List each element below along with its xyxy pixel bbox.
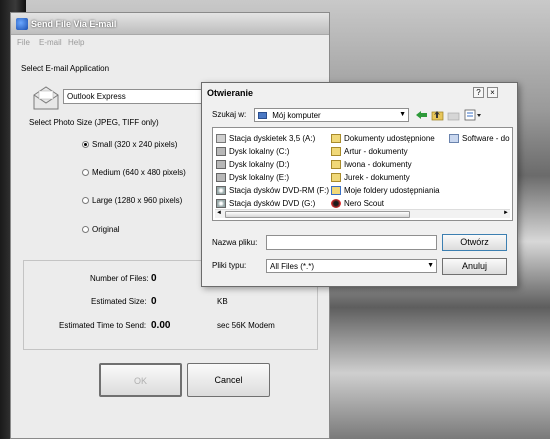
- list-item[interactable]: Nero Scout: [331, 197, 384, 209]
- filename-label: Nazwa pliku:: [212, 238, 258, 247]
- menu-bar: File E-mail Help: [11, 36, 329, 49]
- list-item-label: Artur - dokumenty: [344, 146, 408, 156]
- list-item-label: Moje foldery udostępniania: [344, 185, 440, 195]
- computer-icon: [258, 112, 267, 120]
- open-file-dialog: Otwieranie ? × Szukaj w: Mój komputer ▼ …: [201, 82, 518, 287]
- list-item[interactable]: Artur - dokumenty: [331, 145, 408, 157]
- list-item[interactable]: Dokumenty udostępnione: [331, 132, 435, 144]
- close-button[interactable]: ×: [487, 87, 498, 98]
- title-bar[interactable]: Send File Via E-mail: [11, 13, 329, 35]
- size-large-radio[interactable]: [82, 197, 89, 204]
- size-original-radio[interactable]: [82, 226, 89, 233]
- list-item-label: Dysk lokalny (C:): [229, 146, 290, 156]
- shared-folder-icon: [331, 185, 341, 195]
- list-item[interactable]: Software - do: [449, 132, 510, 144]
- list-item-label: Dysk lokalny (E:): [229, 172, 290, 182]
- filetype-value: All Files (*.*): [270, 262, 315, 271]
- size-medium-radio[interactable]: [82, 169, 89, 176]
- menu-email[interactable]: E-mail: [39, 38, 62, 47]
- dialog-cancel-button[interactable]: Anuluj: [442, 258, 507, 275]
- dialog-title: Otwieranie: [207, 88, 254, 98]
- new-folder-icon[interactable]: [447, 109, 460, 121]
- chevron-down-icon: ▼: [427, 262, 434, 269]
- est-time-unit: sec 56K Modem: [217, 321, 275, 330]
- dvd-icon: [216, 198, 226, 208]
- filetype-select[interactable]: All Files (*.*) ▼: [266, 259, 437, 273]
- email-app-select[interactable]: Outlook Express: [63, 89, 213, 104]
- look-in-combo[interactable]: Mój komputer ▼: [254, 108, 409, 122]
- photo-size-label: Select Photo Size (JPEG, TIFF only): [29, 118, 159, 127]
- list-item[interactable]: Dysk lokalny (E:): [216, 171, 289, 183]
- list-item-label: Dysk lokalny (D:): [229, 159, 290, 169]
- folder-icon: [331, 159, 341, 169]
- folder-icon: [331, 172, 341, 182]
- est-size-unit: KB: [217, 297, 228, 306]
- window-title: Send File Via E-mail: [31, 19, 117, 29]
- list-item[interactable]: Stacja dysków DVD (G:): [216, 197, 315, 209]
- drive-icon: [216, 159, 226, 169]
- size-small-radio[interactable]: [82, 141, 89, 148]
- back-icon[interactable]: [415, 109, 428, 121]
- list-item-label: Stacja dysków DVD-RM (F:): [229, 185, 330, 195]
- est-time-label: Estimated Time to Send:: [59, 321, 147, 330]
- chevron-down-icon: ▼: [399, 111, 406, 118]
- list-item-label: Nero Scout: [344, 198, 385, 208]
- open-button[interactable]: Otwórz: [442, 234, 507, 251]
- folder-icon: [331, 146, 341, 156]
- list-item[interactable]: Dysk lokalny (C:): [216, 145, 289, 157]
- list-item-label: Stacja dyskietek 3,5 (A:): [229, 133, 316, 143]
- nero-icon: [331, 198, 341, 208]
- scroll-right-icon[interactable]: ►: [503, 210, 509, 216]
- list-item[interactable]: Iwona - dokumenty: [331, 158, 412, 170]
- scrollbar-thumb[interactable]: [225, 211, 410, 218]
- size-large-label[interactable]: Large (1280 x 960 pixels): [92, 196, 182, 205]
- list-item[interactable]: Stacja dyskietek 3,5 (A:): [216, 132, 315, 144]
- look-in-value: Mój komputer: [272, 111, 321, 120]
- select-app-label: Select E-mail Application: [21, 64, 110, 73]
- app-icon: [16, 18, 28, 30]
- file-list[interactable]: Stacja dyskietek 3,5 (A:) Dysk lokalny (…: [212, 127, 513, 221]
- envelope-icon: [33, 86, 59, 110]
- list-item-label: Jurek - dokumenty: [344, 172, 410, 182]
- scroll-left-icon[interactable]: ◄: [216, 210, 222, 216]
- list-item-label: Iwona - dokumenty: [344, 159, 412, 169]
- floppy-icon: [216, 133, 226, 143]
- list-item-label: Software - do: [462, 133, 510, 143]
- size-medium-label[interactable]: Medium (640 x 480 pixels): [92, 168, 186, 177]
- list-item[interactable]: Dysk lokalny (D:): [216, 158, 289, 170]
- list-item-label: Dokumenty udostępnione: [344, 133, 435, 143]
- look-in-label: Szukaj w:: [212, 110, 247, 119]
- size-original-label[interactable]: Original: [92, 225, 120, 234]
- drive-icon: [216, 172, 226, 182]
- size-small-label[interactable]: Small (320 x 240 pixels): [92, 140, 177, 149]
- help-button[interactable]: ?: [473, 87, 484, 98]
- est-time-value: 0.00: [151, 320, 209, 334]
- menu-help[interactable]: Help: [68, 38, 84, 47]
- list-item[interactable]: Stacja dysków DVD-RM (F:): [216, 184, 329, 196]
- ok-button[interactable]: OK: [99, 363, 182, 397]
- up-folder-icon[interactable]: [431, 109, 444, 121]
- menu-file[interactable]: File: [17, 38, 30, 47]
- filename-input[interactable]: [266, 235, 437, 250]
- folder-icon: [331, 133, 341, 143]
- num-files-label: Number of Files:: [90, 274, 149, 283]
- list-item-label: Stacja dysków DVD (G:): [229, 198, 316, 208]
- est-size-value: 0: [151, 296, 209, 310]
- filetype-label: Pliki typu:: [212, 261, 247, 270]
- views-menu-icon[interactable]: [464, 109, 482, 121]
- list-item[interactable]: Jurek - dokumenty: [331, 171, 410, 183]
- horizontal-scrollbar[interactable]: ◄ ►: [215, 209, 510, 218]
- folder-icon: [449, 133, 459, 143]
- dvd-icon: [216, 185, 226, 195]
- list-item[interactable]: Moje foldery udostępniania: [331, 184, 440, 196]
- drive-icon: [216, 146, 226, 156]
- est-size-label: Estimated Size:: [91, 297, 147, 306]
- cancel-button[interactable]: Cancel: [187, 363, 270, 397]
